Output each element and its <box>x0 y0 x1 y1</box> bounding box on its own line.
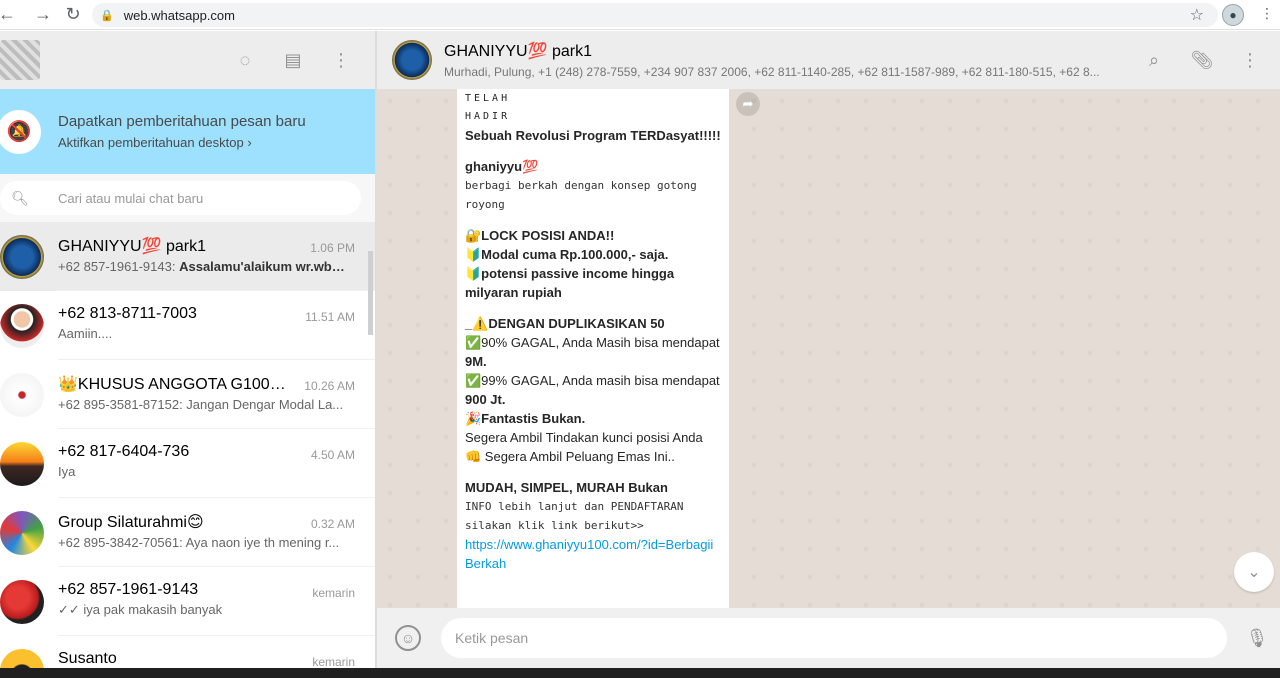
menu-icon[interactable]: ⋮ <box>1238 48 1262 72</box>
message-composer: ☺ Ketik pesan 🎙︎ <box>376 608 1280 668</box>
chat-item[interactable]: +62 813-8711-7003 11.51 AM Aamiin.... <box>0 291 375 360</box>
chat-item[interactable]: Group Silaturahmi😊 0.32 AM +62 895-3842-… <box>0 498 375 567</box>
address-bar[interactable]: 🔒 web.whatsapp.com <box>92 3 1218 27</box>
message-dup-title: _⚠️DENGAN DUPLIKASIKAN 50 <box>465 316 665 331</box>
chat-preview: Iya <box>58 464 76 479</box>
chat-name: +62 857-1961-9143 <box>58 581 199 598</box>
search-icon[interactable]: ⌕ <box>1142 48 1166 72</box>
avatar <box>0 579 44 624</box>
chat-item[interactable]: 👑KHUSUS ANGGOTA G100👑 10.26 AM +62 895-3… <box>0 360 375 429</box>
browser-menu-icon[interactable]: ⋮ <box>1260 5 1274 22</box>
os-taskbar <box>0 668 1280 678</box>
chat-preview: Aamiin.... <box>58 326 113 341</box>
message-modal: 🔰Modal cuma Rp.100.000,- saja. <box>465 247 669 262</box>
avatar <box>0 648 44 668</box>
chat-item[interactable]: GHANIYYU💯 park1 1.06 PM +62 857-1961-914… <box>0 222 375 291</box>
message-bubble: TELAH HADIR Sebuah Revolusi Program TERD… <box>457 89 729 609</box>
chat-list-scrollbar[interactable] <box>368 251 373 335</box>
search-bar: 🔍︎ Cari atau mulai chat baru <box>0 174 375 222</box>
search-icon: 🔍︎ <box>11 189 29 206</box>
chat-time: 0.32 AM <box>310 517 355 531</box>
chat-name: Group Silaturahmi😊 <box>58 514 204 531</box>
lock-icon: 🔒 <box>100 9 114 22</box>
chat-list: GHANIYYU💯 park1 1.06 PM +62 857-1961-914… <box>0 222 375 668</box>
message-gagal-99: ✅99% GAGAL, Anda masih bisa mendapat 900… <box>465 373 720 407</box>
microphone-icon[interactable]: 🎙︎ <box>1245 626 1269 650</box>
search-input[interactable]: 🔍︎ Cari atau mulai chat baru <box>0 181 361 215</box>
message-segera-2: 👊 Segera Ambil Peluang Emas Ini.. <box>465 449 675 464</box>
bookmark-star-icon[interactable]: ☆ <box>1190 5 1204 25</box>
message-link[interactable]: https://www.ghaniyyu100.com/?id=Berbagii… <box>465 537 713 571</box>
chat-name: GHANIYYU💯 park1 <box>58 238 206 255</box>
chat-time: 4.50 AM <box>310 448 355 462</box>
message-mudah: MUDAH, SIMPEL, MURAH Bukan <box>465 480 668 495</box>
left-header: ◌ ▤ ⋮ <box>0 31 375 89</box>
chat-preview-text: Assalamu'alaikum wr.wb… <box>179 259 345 274</box>
forward-icon[interactable]: → <box>28 0 58 30</box>
message-placeholder: Ketik pesan <box>455 630 529 646</box>
scroll-down-icon[interactable]: ⌄ <box>1234 552 1274 592</box>
chat-name: +62 813-8711-7003 <box>58 305 197 322</box>
group-name: GHANIYYU💯 park1 <box>444 43 592 60</box>
notification-title: Dapatkan pemberitahuan pesan baru <box>58 113 306 130</box>
message-lock: 🔐LOCK POSISI ANDA!! <box>465 228 615 243</box>
chat-item[interactable]: +62 857-1961-9143 kemarin ✓✓ iya pak mak… <box>0 567 375 636</box>
message-line: HADIR <box>465 111 511 122</box>
chat-time: kemarin <box>312 586 355 600</box>
chat-list-panel: ◌ ▤ ⋮ 🔕 Dapatkan pemberitahuan pesan bar… <box>0 31 376 668</box>
conversation-panel: GHANIYYU💯 park1 Murhadi, Pulung, +1 (248… <box>376 31 1280 668</box>
attach-icon[interactable]: 📎︎ <box>1190 48 1214 72</box>
message-potensi: 🔰potensi passive income hingga milyaran … <box>465 266 675 300</box>
message-headline: Sebuah Revolusi Program TERDasyat!!!!! <box>465 128 721 143</box>
message-gagal-90: ✅90% GAGAL, Anda Masih bisa mendapat 9M. <box>465 335 720 369</box>
reload-icon[interactable]: ↻ <box>58 0 88 30</box>
chat-name: Susanto <box>58 650 117 667</box>
new-chat-icon[interactable]: ▤ <box>281 48 305 72</box>
chat-time: 11.51 AM <box>305 310 355 324</box>
notification-banner[interactable]: 🔕 Dapatkan pemberitahuan pesan baru Akti… <box>0 89 375 174</box>
avatar <box>0 303 44 348</box>
message-info: INFO lebih lanjut dan PENDAFTARAN silaka… <box>465 500 684 532</box>
avatar <box>0 441 44 486</box>
search-placeholder: Cari atau mulai chat baru <box>58 190 204 206</box>
back-icon[interactable]: ← <box>0 0 16 30</box>
chat-preview-sender: +62 857-1961-9143: <box>58 259 176 274</box>
bell-off-icon: 🔕 <box>0 109 41 154</box>
message-segera-1: Segera Ambil Tindakan kunci posisi Anda <box>465 430 703 445</box>
chat-name: 👑KHUSUS ANGGOTA G100👑 <box>58 376 288 393</box>
forward-icon[interactable]: ➦ <box>736 92 760 116</box>
chat-item[interactable]: Susanto kemarin <box>0 636 375 668</box>
chat-name: +62 817-6404-736 <box>58 443 190 460</box>
menu-icon[interactable]: ⋮ <box>329 48 353 72</box>
url-text: web.whatsapp.com <box>123 7 235 23</box>
chat-preview: +62 895-3842-70561: Aya naon iye th meni… <box>58 535 340 550</box>
my-avatar[interactable] <box>0 40 40 80</box>
browser-toolbar: ← → ↻ 🔒 web.whatsapp.com ☆ ● ⋮ <box>0 0 1280 30</box>
chat-time: 1.06 PM <box>310 241 355 255</box>
message-input[interactable]: Ketik pesan <box>441 618 1227 658</box>
group-members: Murhadi, Pulung, +1 (248) 278-7559, +234… <box>444 65 1100 79</box>
chat-preview: +62 857-1961-9143: Assalamu'alaikum wr.w… <box>58 259 348 274</box>
message-tagline: berbagi berkah dengan konsep gotong royo… <box>465 179 697 211</box>
message-line: TELAH <box>465 93 511 104</box>
chat-preview: +62 895-3581-87152: Jangan Dengar Modal … <box>58 397 344 412</box>
profile-avatar[interactable]: ● <box>1222 4 1244 26</box>
enable-notifications-link[interactable]: Aktifkan pemberitahuan desktop › <box>58 135 306 150</box>
chat-preview: ✓✓ iya pak makasih banyak <box>58 602 223 617</box>
emoji-icon[interactable]: ☺ <box>395 625 421 651</box>
conversation-header[interactable]: GHANIYYU💯 park1 Murhadi, Pulung, +1 (248… <box>376 31 1280 89</box>
chat-time: kemarin <box>312 655 355 668</box>
status-icon[interactable]: ◌ <box>233 48 257 72</box>
message-brand: ghaniyyu💯 <box>465 159 539 174</box>
avatar <box>0 234 44 279</box>
avatar <box>0 372 44 417</box>
chat-item[interactable]: +62 817-6404-736 4.50 AM Iya <box>0 429 375 498</box>
group-avatar[interactable] <box>392 40 432 80</box>
avatar <box>0 510 44 555</box>
chat-time: 10.26 AM <box>304 379 355 393</box>
message-fantastis: 🎉Fantastis Bukan. <box>465 411 586 426</box>
